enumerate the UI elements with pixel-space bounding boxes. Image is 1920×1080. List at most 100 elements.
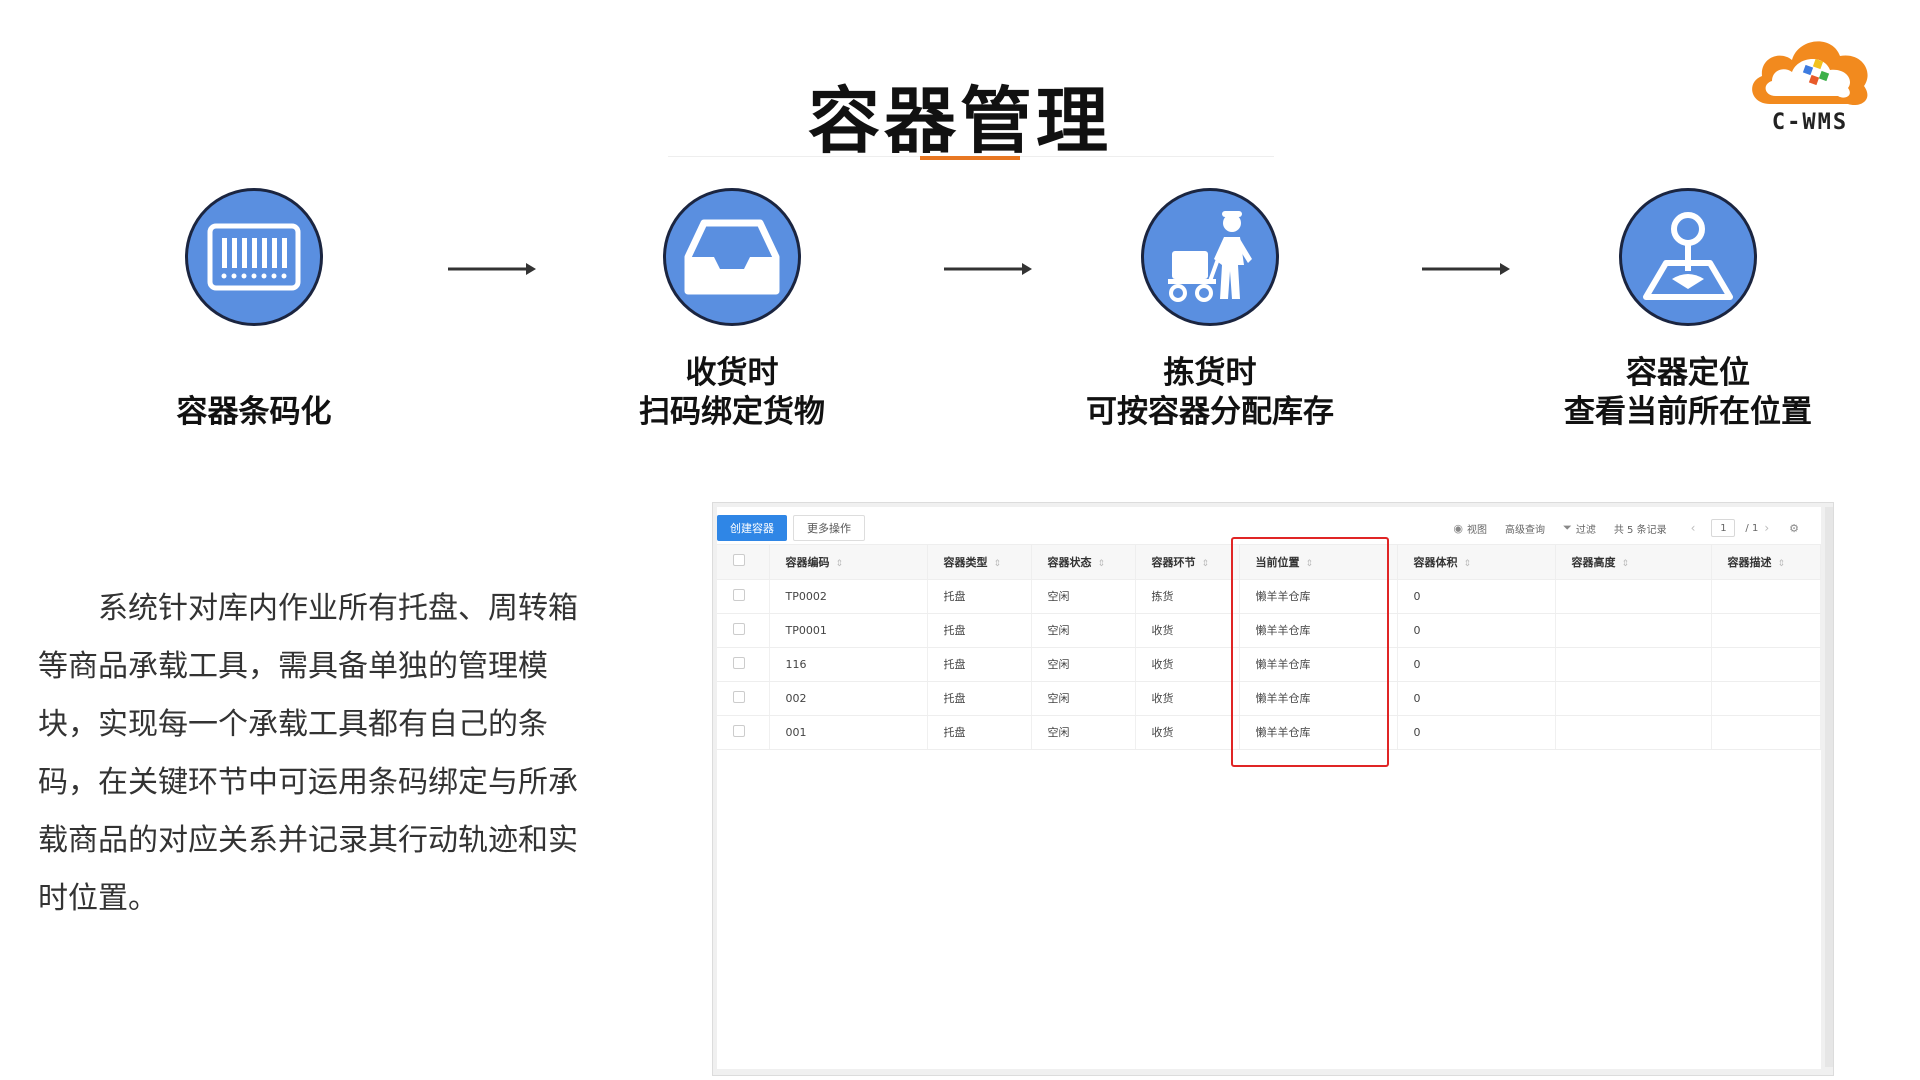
step-label-line: 查看当前所在位置 bbox=[1564, 394, 1812, 430]
view-button[interactable]: ◉ 视图 bbox=[1453, 521, 1487, 536]
row-checkbox[interactable] bbox=[733, 588, 745, 601]
advanced-query-label: 高级查询 bbox=[1505, 524, 1546, 536]
eye-icon: ◉ bbox=[1453, 521, 1464, 535]
column-header-label: 容器高度 bbox=[1571, 555, 1616, 569]
arrow-right-icon bbox=[944, 263, 1032, 275]
table-cell bbox=[1555, 613, 1712, 648]
table-cell: 116 bbox=[769, 647, 928, 682]
description-text: 系统针对库内作业所有托盘、周转箱等商品承载工具，需具备单独的管理模块，实现每一个… bbox=[38, 580, 598, 928]
column-header[interactable]: 容器环节 ⇕ bbox=[1135, 545, 1240, 580]
table-cell bbox=[1711, 613, 1821, 648]
column-header[interactable]: 容器状态 ⇕ bbox=[1031, 545, 1136, 580]
row-checkbox[interactable] bbox=[733, 622, 745, 635]
table-cell: 收货 bbox=[1135, 613, 1240, 648]
filter-button[interactable]: ⏷ 过滤 bbox=[1563, 521, 1596, 536]
container-list-screenshot: 创建容器 更多操作 ◉ 视图 高级查询 ⏷ 过滤 共 5 条记录 ‹ 1 / 1… bbox=[712, 502, 1834, 1076]
create-container-button[interactable]: 创建容器 bbox=[717, 515, 787, 541]
row-checkbox[interactable] bbox=[733, 724, 745, 737]
logo-text: C-WMS bbox=[1771, 110, 1849, 135]
table-cell: 空闲 bbox=[1031, 715, 1136, 750]
table-cell: 0 bbox=[1397, 715, 1556, 750]
column-header-label: 容器类型 bbox=[943, 555, 988, 569]
filter-label: 过滤 bbox=[1575, 524, 1596, 536]
step-label-line: 容器定位 bbox=[1626, 355, 1750, 391]
column-header[interactable]: 容器编码 ⇕ bbox=[769, 545, 928, 580]
row-select-cell bbox=[717, 579, 770, 614]
table-cell bbox=[1711, 579, 1821, 614]
step-location: 容器定位 查看当前所在位置 bbox=[1518, 188, 1858, 432]
table-cell: 0 bbox=[1397, 681, 1556, 716]
step-icon-circle bbox=[1619, 188, 1757, 326]
table-cell: 托盘 bbox=[927, 613, 1032, 648]
vertical-scrollbar[interactable] bbox=[1825, 507, 1833, 1067]
column-header[interactable]: 容器描述 ⇕ bbox=[1711, 545, 1821, 580]
table-cell: 002 bbox=[769, 681, 928, 716]
step-label-line: 收货时 bbox=[685, 355, 779, 391]
row-select-cell bbox=[717, 715, 770, 750]
table-cell bbox=[1555, 579, 1712, 614]
column-header-label: 容器编码 bbox=[785, 555, 830, 569]
column-header-label: 容器描述 bbox=[1727, 555, 1772, 569]
page-number-input[interactable]: 1 bbox=[1711, 519, 1736, 537]
select-all-checkbox[interactable] bbox=[733, 554, 745, 567]
table-cell: 收货 bbox=[1135, 681, 1240, 716]
column-header-label: 容器体积 bbox=[1413, 555, 1458, 569]
column-header[interactable]: 容器类型 ⇕ bbox=[927, 545, 1032, 580]
arrow-right-icon bbox=[1422, 263, 1510, 275]
step-receiving: 收货时 扫码绑定货物 bbox=[562, 188, 902, 432]
prev-page-icon[interactable]: ‹ bbox=[1691, 521, 1696, 535]
barcode-icon bbox=[207, 223, 301, 291]
row-checkbox[interactable] bbox=[733, 656, 745, 669]
step-label: 容器定位 查看当前所在位置 bbox=[1518, 348, 1858, 432]
settings-button[interactable]: ⚙ bbox=[1789, 522, 1803, 535]
column-header[interactable]: 容器体积 ⇕ bbox=[1397, 545, 1556, 580]
row-select-cell bbox=[717, 647, 770, 682]
sort-icon: ⇕ bbox=[835, 558, 844, 569]
view-label: 视图 bbox=[1467, 524, 1488, 536]
step-icon-circle bbox=[663, 188, 801, 326]
column-header[interactable]: 容器高度 ⇕ bbox=[1555, 545, 1712, 580]
more-actions-button[interactable]: 更多操作 bbox=[793, 515, 865, 541]
table-cell: 托盘 bbox=[927, 647, 1032, 682]
table-cell: 收货 bbox=[1135, 647, 1240, 682]
description-paragraph: 系统针对库内作业所有托盘、周转箱等商品承载工具，需具备单独的管理模块，实现每一个… bbox=[38, 591, 578, 916]
location-pin-icon bbox=[1643, 212, 1733, 300]
table-cell: TP0001 bbox=[769, 613, 928, 648]
table-cell bbox=[1555, 681, 1712, 716]
column-header-label: 容器状态 bbox=[1047, 555, 1092, 569]
step-label: 容器条码化 bbox=[84, 348, 424, 432]
pagination: ‹ 1 / 1 › bbox=[1685, 519, 1776, 537]
toolbar-tools: ◉ 视图 高级查询 ⏷ 过滤 共 5 条记录 ‹ 1 / 1 › ⚙ bbox=[1453, 519, 1821, 537]
sort-icon: ⇕ bbox=[1097, 558, 1106, 569]
next-page-icon[interactable]: › bbox=[1764, 521, 1769, 535]
row-checkbox[interactable] bbox=[733, 690, 745, 703]
table-cell: 托盘 bbox=[927, 681, 1032, 716]
table-cell bbox=[1555, 715, 1712, 750]
step-barcode: 容器条码化 bbox=[84, 188, 424, 432]
inbox-tray-icon bbox=[684, 219, 780, 295]
table-cell bbox=[1711, 681, 1821, 716]
table-cell: 0 bbox=[1397, 647, 1556, 682]
step-label: 拣货时 可按容器分配库存 bbox=[1040, 348, 1380, 432]
worker-cart-icon bbox=[1168, 211, 1252, 302]
total-pages: / 1 bbox=[1745, 522, 1759, 534]
advanced-query-button[interactable]: 高级查询 bbox=[1505, 521, 1545, 536]
table-cell bbox=[1711, 647, 1821, 682]
sort-icon: ⇕ bbox=[993, 558, 1002, 569]
table-cell: 0 bbox=[1397, 613, 1556, 648]
sort-icon: ⇕ bbox=[1777, 558, 1786, 569]
table-cell: 空闲 bbox=[1031, 647, 1136, 682]
table-cell: TP0002 bbox=[769, 579, 928, 614]
table-cell: 拣货 bbox=[1135, 579, 1240, 614]
filter-icon: ⏷ bbox=[1563, 521, 1572, 534]
step-label-line: 拣货时 bbox=[1163, 355, 1257, 391]
sort-icon: ⇕ bbox=[1201, 558, 1210, 569]
gear-icon: ⚙ bbox=[1789, 521, 1799, 535]
step-icon-circle bbox=[1141, 188, 1279, 326]
step-label-line: 容器条码化 bbox=[176, 394, 332, 430]
step-label: 收货时 扫码绑定货物 bbox=[562, 348, 902, 432]
column-header-label: 容器环节 bbox=[1151, 555, 1196, 569]
location-column-highlight bbox=[1231, 537, 1389, 767]
select-all-cell bbox=[717, 545, 770, 580]
arrow-right-icon bbox=[448, 263, 536, 275]
